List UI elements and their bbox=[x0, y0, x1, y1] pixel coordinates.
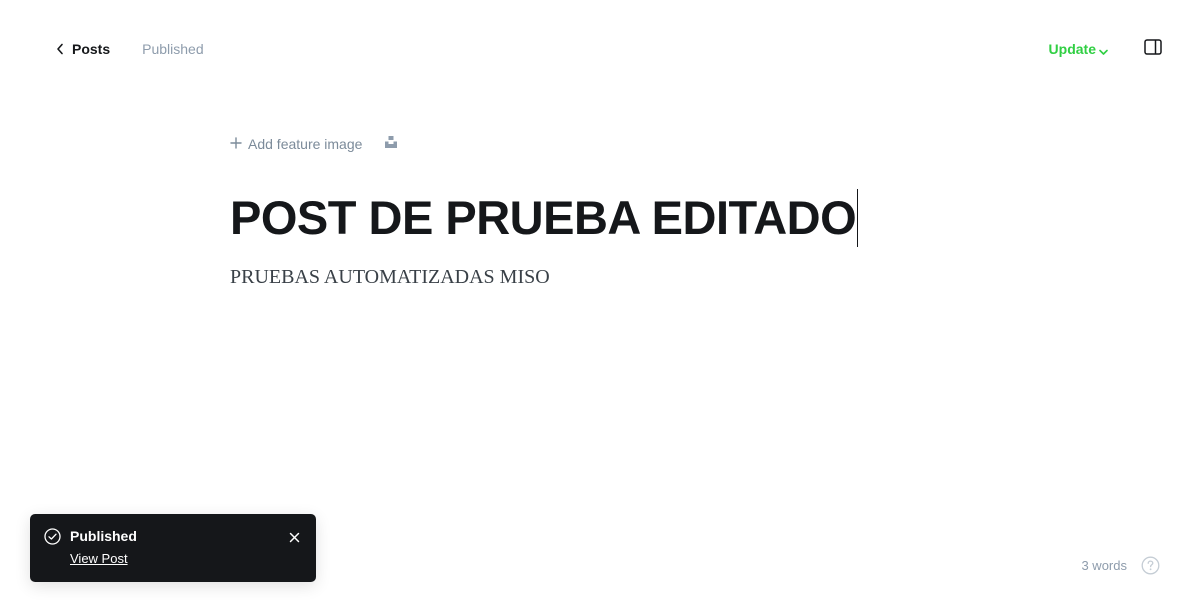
text-cursor bbox=[857, 189, 859, 247]
update-button[interactable]: Update bbox=[1049, 40, 1108, 59]
feature-image-row: Add feature image bbox=[230, 134, 398, 154]
back-to-posts-link[interactable]: Posts bbox=[56, 41, 110, 57]
chevron-down-icon bbox=[1099, 43, 1108, 59]
unsplash-button[interactable] bbox=[384, 135, 398, 154]
published-notification: Published View Post bbox=[30, 514, 316, 582]
close-icon[interactable] bbox=[289, 530, 300, 548]
chevron-left-icon bbox=[56, 43, 64, 55]
word-count: 3 words bbox=[1081, 557, 1127, 573]
post-body[interactable]: PRUEBAS AUTOMATIZADAS MISO bbox=[230, 266, 550, 289]
post-title[interactable]: POST DE PRUEBA EDITADO bbox=[230, 188, 859, 248]
check-circle-icon bbox=[44, 528, 61, 550]
editor-footer: 3 words bbox=[1081, 555, 1160, 575]
help-circle-icon[interactable] bbox=[1141, 556, 1160, 575]
post-status: Published bbox=[142, 41, 204, 57]
back-link-label: Posts bbox=[72, 41, 111, 57]
notification-title: Published bbox=[70, 528, 137, 544]
add-feature-image-button[interactable]: Add feature image bbox=[230, 136, 362, 152]
add-feature-image-label: Add feature image bbox=[248, 136, 363, 152]
update-button-label: Update bbox=[1048, 41, 1096, 57]
post-title-text: POST DE PRUEBA EDITADO bbox=[230, 191, 857, 244]
sidebar-toggle-button[interactable] bbox=[1144, 38, 1162, 60]
sidebar-toggle-icon bbox=[1144, 38, 1162, 60]
unsplash-icon bbox=[384, 135, 398, 154]
editor-header-right: Update bbox=[1049, 38, 1162, 60]
editor-header-left: Posts Published bbox=[56, 38, 204, 60]
plus-icon bbox=[230, 136, 242, 152]
view-post-link[interactable]: View Post bbox=[70, 551, 128, 566]
